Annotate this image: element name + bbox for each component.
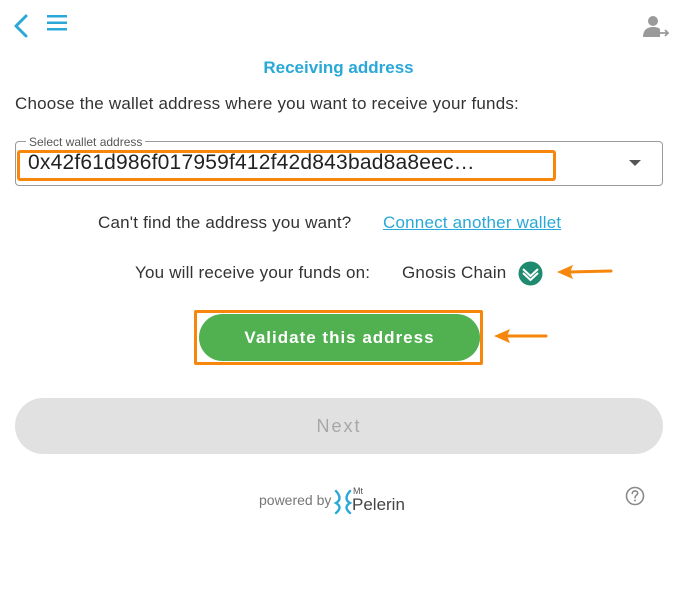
instruction-text: Choose the wallet address where you want… (15, 94, 519, 113)
hamburger-menu-icon[interactable] (46, 12, 70, 34)
user-switch-icon[interactable] (642, 15, 670, 39)
network-chain-name: Gnosis Chain (402, 263, 507, 282)
mt-pelerin-logo-icon (333, 489, 353, 515)
page-title: Receiving address (263, 58, 414, 77)
connect-another-wallet-link[interactable]: Connect another wallet (383, 213, 561, 233)
wallet-select-label: Select wallet address (26, 135, 146, 149)
network-label: You will receive your funds on: (135, 263, 371, 282)
dropdown-caret-icon[interactable] (629, 160, 641, 166)
wallet-select-value[interactable]: 0x42f61d986f017959f412f42d843bad8a8eec… (28, 151, 548, 175)
gnosis-chain-icon (518, 261, 543, 286)
annotation-arrow-network (557, 265, 613, 279)
validate-address-button[interactable]: Validate this address (199, 314, 480, 361)
question-circle-icon[interactable] (625, 486, 645, 506)
cant-find-prompt: Can't find the address you want? (98, 213, 352, 232)
brand-name: Pelerin (352, 495, 405, 514)
back-icon[interactable] (10, 12, 32, 40)
next-button[interactable]: Next (15, 398, 663, 454)
annotation-arrow-validate (494, 329, 548, 343)
powered-by-text: powered by (259, 492, 332, 508)
